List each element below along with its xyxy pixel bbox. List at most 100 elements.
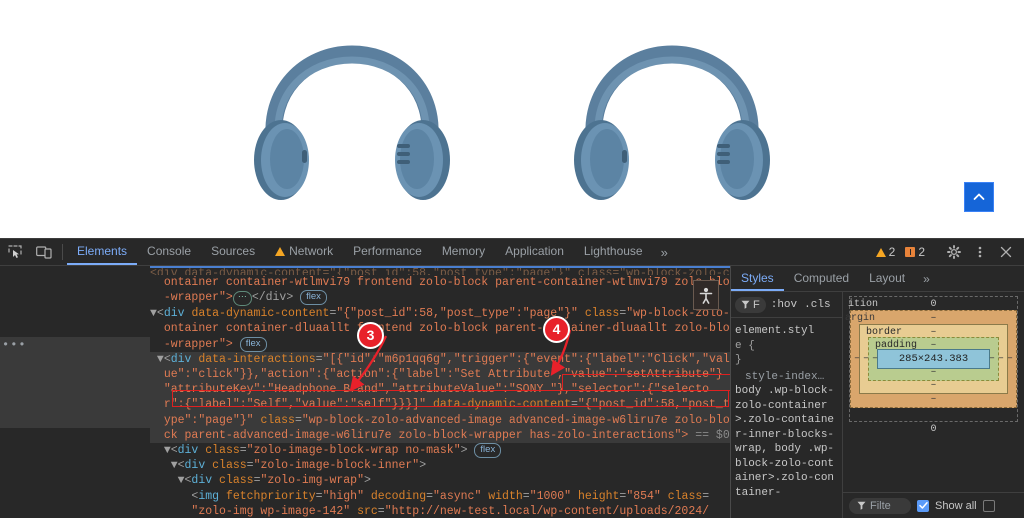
- dom-token: "attributeKey":"Headphone Brand","attrib…: [163, 383, 710, 397]
- dom-token: =: [522, 489, 530, 503]
- disclosure-triangle-icon[interactable]: ▼: [164, 444, 171, 457]
- dom-row-selected[interactable]: "attributeKey":"Headphone Brand","attrib…: [150, 382, 730, 398]
- dom-token: width: [488, 489, 523, 503]
- collapsed-children-badge[interactable]: ⋯: [232, 291, 252, 307]
- headphone-product-image-2[interactable]: [567, 32, 777, 207]
- disclosure-triangle-icon[interactable]: ▼: [171, 459, 178, 472]
- flex-badge[interactable]: flex: [239, 336, 267, 352]
- flex-badge[interactable]: flex: [474, 443, 502, 459]
- dom-row[interactable]: ▼<div class="zolo-img-wrap">: [150, 473, 730, 488]
- box-model-margin[interactable]: argin – border – padding – – – – 285×243…: [845, 310, 1017, 408]
- dom-row-selected[interactable]: ue":"click"}},"action":{"action":{"label…: [150, 367, 730, 383]
- tab-network[interactable]: Network: [265, 239, 343, 265]
- dom-row[interactable]: ▼<div class="zolo-image-block-inner">: [150, 458, 730, 473]
- dom-token: class: [219, 474, 254, 488]
- hover-state-button[interactable]: :hov: [769, 299, 799, 311]
- dom-tree-scroll: <div data-dynamic-content="{"post_id":58…: [150, 266, 730, 518]
- computed-filter-placeholder: Filte: [870, 499, 891, 512]
- box-model-position[interactable]: ition 0 argin – border – padding – – – –…: [845, 296, 1018, 422]
- dom-row[interactable]: "zolo-img wp-image-142" src="http://new-…: [150, 504, 730, 518]
- class-editor-button[interactable]: .cls: [802, 299, 832, 311]
- headphone-product-image-1[interactable]: [247, 32, 457, 207]
- tab-memory[interactable]: Memory: [432, 239, 495, 265]
- dom-row[interactable]: ontainer container-dluaallt frontend zol…: [150, 321, 730, 336]
- tab-performance[interactable]: Performance: [343, 239, 432, 265]
- gear-icon[interactable]: [942, 240, 966, 264]
- dom-token: [571, 490, 578, 503]
- kebab-menu-icon[interactable]: [968, 240, 992, 264]
- tab-application[interactable]: Application: [495, 239, 574, 265]
- dom-token: <div data-dynamic-content="{"post_id":58…: [150, 267, 730, 275]
- css-rules-list[interactable]: element.styl e { } style-index… body .wp…: [731, 318, 842, 518]
- tab-label: Memory: [441, 244, 486, 258]
- dom-row[interactable]: ▼<div data-dynamic-content="{"post_id":5…: [150, 306, 730, 321]
- disclosure-triangle-icon[interactable]: ▼: [157, 353, 164, 366]
- dom-token: =: [315, 489, 323, 503]
- dom-row-selected[interactable]: ck parent-advanced-image-w6liru7e zolo-b…: [150, 427, 730, 444]
- dom-token: div: [191, 474, 213, 488]
- dom-row-selected[interactable]: ype":"page"}" class="wp-block-zolo-advan…: [150, 412, 730, 428]
- dom-row-selected[interactable]: r":{"label":"Self","value":"self"}}}]" d…: [150, 397, 730, 413]
- device-toolbar-icon[interactable]: [29, 239, 58, 265]
- dom-token: "wp-block-zolo-advanced-image advanced-i…: [301, 413, 730, 427]
- tab-lighthouse[interactable]: Lighthouse: [574, 239, 653, 265]
- tab-computed[interactable]: Computed: [784, 266, 859, 291]
- warning-count-badge[interactable]: 2: [872, 245, 900, 259]
- styles-more-tabs-button[interactable]: »: [915, 266, 938, 291]
- disclosure-triangle-icon[interactable]: ▼: [178, 474, 185, 487]
- tab-label: Application: [505, 244, 564, 258]
- show-all-checkbox[interactable]: [917, 499, 929, 512]
- dom-row[interactable]: ontainer container-wtlmvi79 frontend zol…: [150, 275, 730, 290]
- dom-token: [233, 338, 240, 351]
- dom-row[interactable]: ▼<div class="zolo-image-block-wrap no-ma…: [150, 443, 730, 459]
- tab-label: Styles: [741, 270, 774, 285]
- box-model-border[interactable]: border – padding – – – – 285×243.383 – –…: [859, 324, 1008, 394]
- dom-token: "[{"id":"m6p1qq6g","trigger":{"event":{"…: [322, 352, 730, 366]
- disclosure-triangle-icon[interactable]: ▼: [150, 307, 157, 320]
- styles-filter-input[interactable]: F: [735, 296, 766, 313]
- dom-tree-pane[interactable]: <div data-dynamic-content="{"post_id":58…: [150, 266, 730, 518]
- accessibility-icon[interactable]: [693, 280, 719, 310]
- computed-filter-input[interactable]: Filte: [849, 497, 911, 514]
- show-all-label[interactable]: Show all: [935, 500, 977, 512]
- scroll-to-top-button[interactable]: [964, 182, 994, 212]
- dom-token: data-dynamic-content: [191, 307, 330, 321]
- flex-badge[interactable]: flex: [300, 290, 327, 306]
- box-model-padding[interactable]: padding – – – – 285×243.383: [868, 337, 999, 381]
- dom-token: [150, 429, 164, 442]
- rule-source-link[interactable]: style-index…: [735, 370, 838, 385]
- tab-styles[interactable]: Styles: [731, 266, 784, 291]
- dom-token: "zolo-img-wrap": [260, 474, 364, 488]
- group-computed-checkbox[interactable]: [982, 499, 995, 512]
- css-rule-element-style[interactable]: element.styl e { }: [735, 324, 838, 368]
- tab-layout[interactable]: Layout: [859, 266, 915, 291]
- dom-scroll-indicator: [150, 266, 730, 268]
- warning-triangle-icon: [275, 246, 286, 256]
- dom-token: [661, 490, 668, 503]
- css-rule-stylesheet[interactable]: style-index… body .wp-block-zolo-contain…: [735, 370, 838, 501]
- dom-breadcrumb-ellipsis[interactable]: •••: [0, 337, 150, 353]
- tab-console[interactable]: Console: [137, 239, 201, 265]
- tab-elements[interactable]: Elements: [67, 239, 138, 265]
- dom-token: data-interactions: [198, 352, 316, 366]
- dom-row[interactable]: <div data-dynamic-content="{"post_id":58…: [150, 266, 730, 275]
- dom-row[interactable]: -wrapper"> ⋯ </div> flex: [150, 290, 730, 307]
- dom-token: [426, 398, 433, 411]
- dom-token: "1000": [529, 489, 572, 503]
- box-model-content-size[interactable]: 285×243.383: [877, 349, 990, 369]
- rule-selector: body .wp-block-zolo-container>.zolo-cont…: [735, 385, 835, 499]
- dom-token: [150, 414, 164, 427]
- tab-sources[interactable]: Sources: [201, 239, 265, 265]
- dom-row[interactable]: -wrapper"> flex: [150, 336, 730, 352]
- dom-gutter: •••: [0, 266, 150, 518]
- padding-right-value: –: [988, 353, 995, 365]
- dom-token: ontainer container-wtlmvi79 frontend zol…: [163, 276, 730, 289]
- more-tabs-button[interactable]: »: [653, 239, 676, 265]
- dom-row-selected[interactable]: ▼<div data-interactions="[{"id":"m6p1qq6…: [150, 351, 730, 368]
- rule-open-brace: e {: [735, 339, 755, 352]
- devtools-panel: Elements Console Sources Network Perform…: [0, 238, 1024, 518]
- inspect-element-icon[interactable]: [0, 239, 29, 265]
- issue-count-badge[interactable]: 2: [901, 245, 929, 259]
- dom-row[interactable]: <img fetchpriority="high" decoding="asyn…: [150, 489, 730, 504]
- close-icon[interactable]: [994, 240, 1018, 264]
